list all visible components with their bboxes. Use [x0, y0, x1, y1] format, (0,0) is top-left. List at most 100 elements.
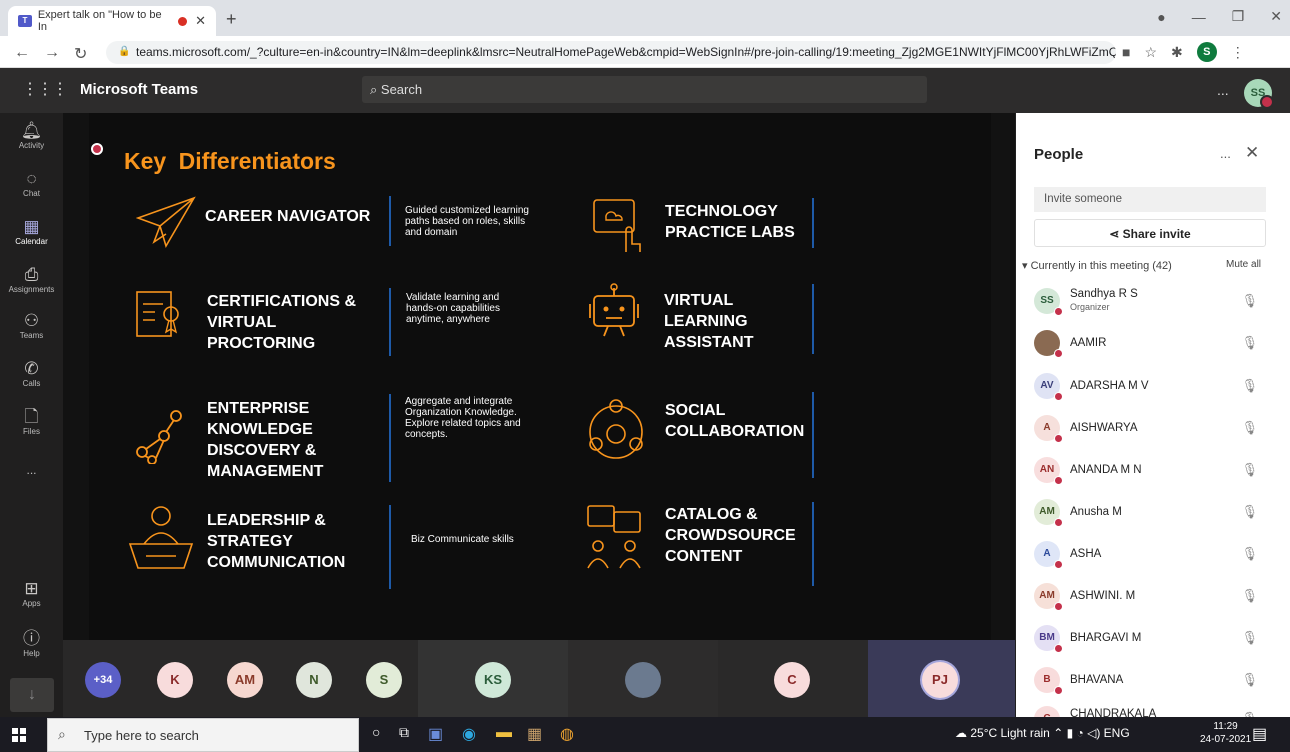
mic-muted-icon[interactable]: 🎙︎ [1241, 420, 1258, 436]
cortana-icon[interactable]: ○ [372, 724, 380, 740]
rail-item-help[interactable]: ⓘ Help [0, 629, 63, 658]
participant-row[interactable]: SS Sandhya R S Organizer 🎙︎ [1034, 288, 1266, 318]
clock[interactable]: 11:29 24-07-2021 [1200, 720, 1251, 746]
participant-role: Organizer [1070, 302, 1110, 312]
avatar: SS [1034, 288, 1063, 316]
overflow-participants-button[interactable]: +34 [85, 662, 121, 698]
participant-avatar[interactable]: KS [475, 662, 511, 698]
participant-row[interactable]: AM Anusha M 🎙︎ [1034, 499, 1266, 529]
participant-row[interactable]: A AISHWARYA 🎙︎ [1034, 415, 1266, 445]
certificate-icon [136, 291, 179, 337]
app-launcher-icon[interactable]: ⋮⋮⋮ [22, 79, 68, 99]
rail-item-apps[interactable]: ⊞ Apps [0, 579, 63, 608]
notification-icon[interactable]: ▤ [1252, 724, 1267, 744]
crowdsource-chat-icon [587, 505, 641, 569]
teams-logo-icon: T [18, 15, 32, 27]
apps-icon: ⊞ [24, 579, 39, 598]
participant-row[interactable]: AN ANANDA M N 🎙︎ [1034, 457, 1266, 487]
network-graph-icon [136, 410, 182, 464]
mic-muted-icon[interactable]: 🎙︎ [1241, 462, 1258, 478]
download-icon[interactable]: ↓ [10, 678, 54, 712]
participant-row[interactable]: C CHANDRAKALA 🎙︎ [1034, 706, 1266, 717]
rail-item-teams[interactable]: ⚇ Teams [0, 311, 63, 340]
windows-start-icon[interactable] [12, 728, 26, 742]
mic-muted-icon[interactable]: 🎙︎ [1241, 672, 1258, 688]
browser-kebab-icon[interactable]: ⋮ [1231, 44, 1245, 61]
close-window-icon[interactable]: ✕ [1270, 8, 1282, 25]
feature-title: SOCIAL COLLABORATION [665, 402, 805, 440]
mic-muted-icon[interactable]: 🎙︎ [1241, 588, 1258, 604]
user-avatar[interactable]: SS [1244, 79, 1274, 109]
task-view-icon[interactable]: ⧉ [399, 724, 409, 741]
url-field[interactable]: teams.microsoft.com/_?culture=en-in&coun… [106, 41, 1116, 64]
minimize-icon[interactable]: — [1192, 9, 1206, 25]
rail-item-calendar[interactable]: ▦ Calendar [0, 217, 63, 246]
invite-input[interactable]: Invite someone [1034, 187, 1266, 212]
reload-icon[interactable]: ↻ [74, 44, 87, 64]
file-icon: 🗋 [24, 407, 39, 426]
participant-row[interactable]: BM BHARGAVI M 🎙︎ [1034, 625, 1266, 655]
search-icon: ⌕ [370, 82, 381, 97]
edge-icon[interactable]: ◉ [462, 724, 476, 744]
recording-indicator-icon [91, 143, 103, 155]
header-more-button[interactable]: ... [1217, 82, 1229, 98]
taskbar-search-input[interactable]: ⌕ Type here to search [47, 718, 359, 752]
participant-avatar[interactable]: N [296, 662, 332, 698]
participant-row[interactable]: A ASHA 🎙︎ [1034, 541, 1266, 571]
participant-row[interactable]: AAMIR 🎙︎ [1034, 330, 1266, 360]
forward-icon[interactable]: → [44, 44, 60, 62]
mic-muted-icon[interactable]: 🎙︎ [1241, 546, 1258, 562]
participant-row[interactable]: B BHAVANA 🎙︎ [1034, 667, 1266, 697]
rail-item-calls[interactable]: ✆ Calls [0, 359, 63, 388]
app-icon[interactable]: ▣ [428, 724, 443, 744]
new-tab-button[interactable]: + [226, 9, 237, 30]
star-icon[interactable]: ☆ [1144, 44, 1157, 61]
close-icon[interactable]: ✕ [1245, 143, 1259, 163]
participant-row[interactable]: AV ADARSHA M V 🎙︎ [1034, 373, 1266, 403]
rail-item-assignments[interactable]: ⎙ Assignments [0, 265, 63, 294]
participant-avatar[interactable]: AM [227, 662, 263, 698]
photos-icon[interactable]: ▦ [527, 724, 542, 744]
camera-icon[interactable]: ■ [1122, 44, 1130, 60]
extensions-icon[interactable]: ✱ [1171, 44, 1183, 61]
mic-muted-icon[interactable]: 🎙︎ [1241, 335, 1258, 351]
meeting-section-header[interactable]: ▾ Currently in this meeting (42) [1022, 259, 1172, 272]
weather-text[interactable]: 25°C Light rain [970, 726, 1050, 740]
feature-desc: Aggregate and integrate Organization Kno… [405, 396, 521, 440]
feature-title: ENTERPRISE KNOWLEDGE DISCOVERY & MANAGEM… [207, 400, 324, 480]
mic-muted-icon[interactable]: 🎙︎ [1241, 378, 1258, 394]
mic-muted-icon[interactable]: 🎙︎ [1241, 504, 1258, 520]
browser-tab[interactable]: T Expert talk on "How to be In ✕ [8, 6, 216, 36]
rail-item-files[interactable]: 🗋 Files [0, 407, 63, 436]
participant-row[interactable]: AM ASHWINI. M 🎙︎ [1034, 583, 1266, 613]
language-indicator[interactable]: ENG [1104, 726, 1130, 740]
rail-item-activity[interactable]: 🔔︎ Activity [0, 121, 63, 150]
avatar: A [1034, 541, 1063, 569]
participant-photo-avatar[interactable] [625, 662, 661, 698]
avatar: A [1034, 415, 1063, 443]
feature-title: VIRTUAL LEARNING ASSISTANT [664, 292, 754, 351]
chrome-icon[interactable]: ◍ [560, 724, 574, 744]
participant-avatar-speaking[interactable]: PJ [922, 662, 958, 698]
search-input[interactable]: ⌕ Search [362, 76, 927, 103]
back-icon[interactable]: ← [14, 44, 30, 62]
participant-avatar[interactable]: K [157, 662, 193, 698]
browser-menu-icon[interactable]: ● [1157, 9, 1165, 25]
file-explorer-icon[interactable]: ▬ [496, 724, 512, 742]
tray-icons[interactable]: ⌃ ▮ ◔ ◁) [1050, 726, 1104, 740]
share-invite-button[interactable]: ⋖ Share invite [1034, 219, 1266, 247]
participant-name: ANANDA M N [1070, 464, 1142, 476]
close-tab-icon[interactable]: ✕ [195, 13, 206, 29]
maximize-icon[interactable]: ❐ [1232, 8, 1245, 25]
participant-avatar[interactable]: S [366, 662, 402, 698]
system-tray: ☁ 25°C Light rain ⌃ ▮ ◔ ◁) ENG [955, 726, 1130, 740]
panel-more-button[interactable]: ... [1220, 146, 1231, 161]
profile-avatar[interactable]: S [1196, 42, 1217, 62]
rail-item-more[interactable]: ... [0, 463, 63, 477]
mic-muted-icon[interactable]: 🎙︎ [1241, 293, 1258, 309]
mute-all-button[interactable]: Mute all [1226, 259, 1261, 270]
divider [389, 394, 391, 482]
rail-item-chat[interactable]: ◌ Chat [0, 169, 63, 198]
mic-muted-icon[interactable]: 🎙︎ [1241, 630, 1258, 646]
participant-avatar[interactable]: C [774, 662, 810, 698]
